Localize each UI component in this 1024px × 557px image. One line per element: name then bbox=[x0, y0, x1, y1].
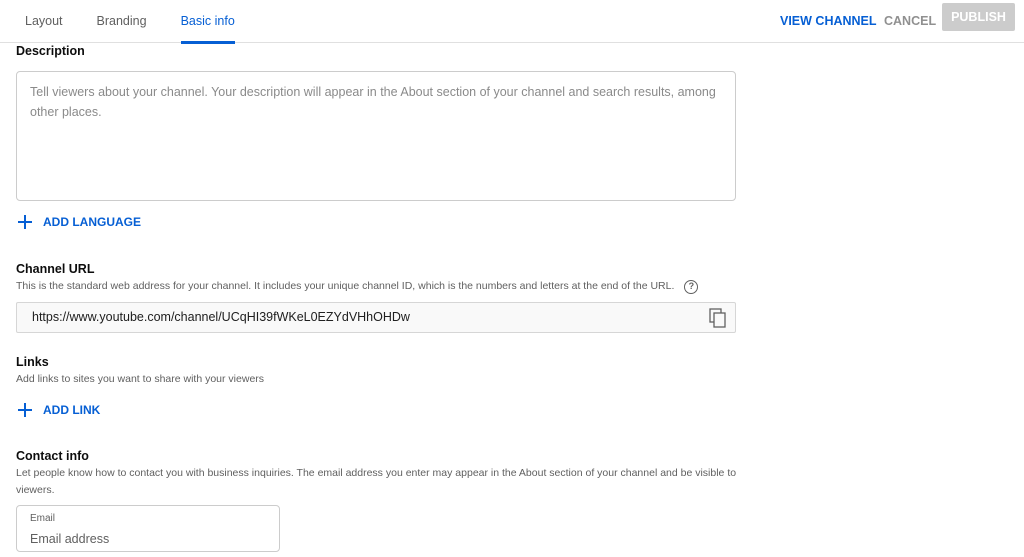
email-label: Email bbox=[30, 513, 56, 524]
contact-info-description: Let people know how to contact you with … bbox=[16, 467, 737, 496]
tab-layout[interactable]: Layout bbox=[25, 0, 63, 43]
tab-basic-info[interactable]: Basic info bbox=[180, 0, 235, 44]
add-link-label: ADD LINK bbox=[43, 403, 101, 417]
links-title: Links bbox=[16, 355, 49, 369]
add-language-button[interactable]: ADD LANGUAGE bbox=[16, 213, 141, 231]
channel-url-description: This is the standard web address for you… bbox=[16, 280, 675, 292]
view-channel-button[interactable]: VIEW CHANNEL bbox=[780, 10, 877, 32]
channel-url-title: Channel URL bbox=[16, 262, 95, 276]
plus-icon bbox=[16, 401, 34, 419]
channel-url-field[interactable]: https://www.youtube.com/channel/UCqHI39f… bbox=[16, 302, 736, 333]
top-bar: Layout Branding Basic info VIEW CHANNEL … bbox=[0, 0, 1024, 44]
channel-url-description-row: This is the standard web address for you… bbox=[16, 278, 736, 295]
contact-info-title: Contact info bbox=[16, 449, 89, 463]
description-title: Description bbox=[16, 44, 85, 58]
publish-button[interactable]: PUBLISH bbox=[942, 3, 1015, 31]
cancel-button[interactable]: CANCEL bbox=[884, 10, 936, 32]
email-input[interactable]: Email address bbox=[30, 529, 266, 549]
tab-bar: Layout Branding Basic info bbox=[0, 0, 235, 44]
channel-url-value: https://www.youtube.com/channel/UCqHI39f… bbox=[32, 310, 410, 324]
copy-icon[interactable] bbox=[709, 308, 727, 328]
plus-icon bbox=[16, 213, 34, 231]
description-textarea[interactable]: Tell viewers about your channel. Your de… bbox=[16, 71, 736, 201]
add-language-label: ADD LANGUAGE bbox=[43, 215, 141, 229]
add-link-button[interactable]: ADD LINK bbox=[16, 401, 100, 419]
tab-branding[interactable]: Branding bbox=[97, 0, 147, 43]
help-icon[interactable]: ? bbox=[684, 279, 699, 294]
email-field[interactable]: Email Email address bbox=[16, 505, 280, 552]
links-description: Add links to sites you want to share wit… bbox=[16, 373, 265, 385]
